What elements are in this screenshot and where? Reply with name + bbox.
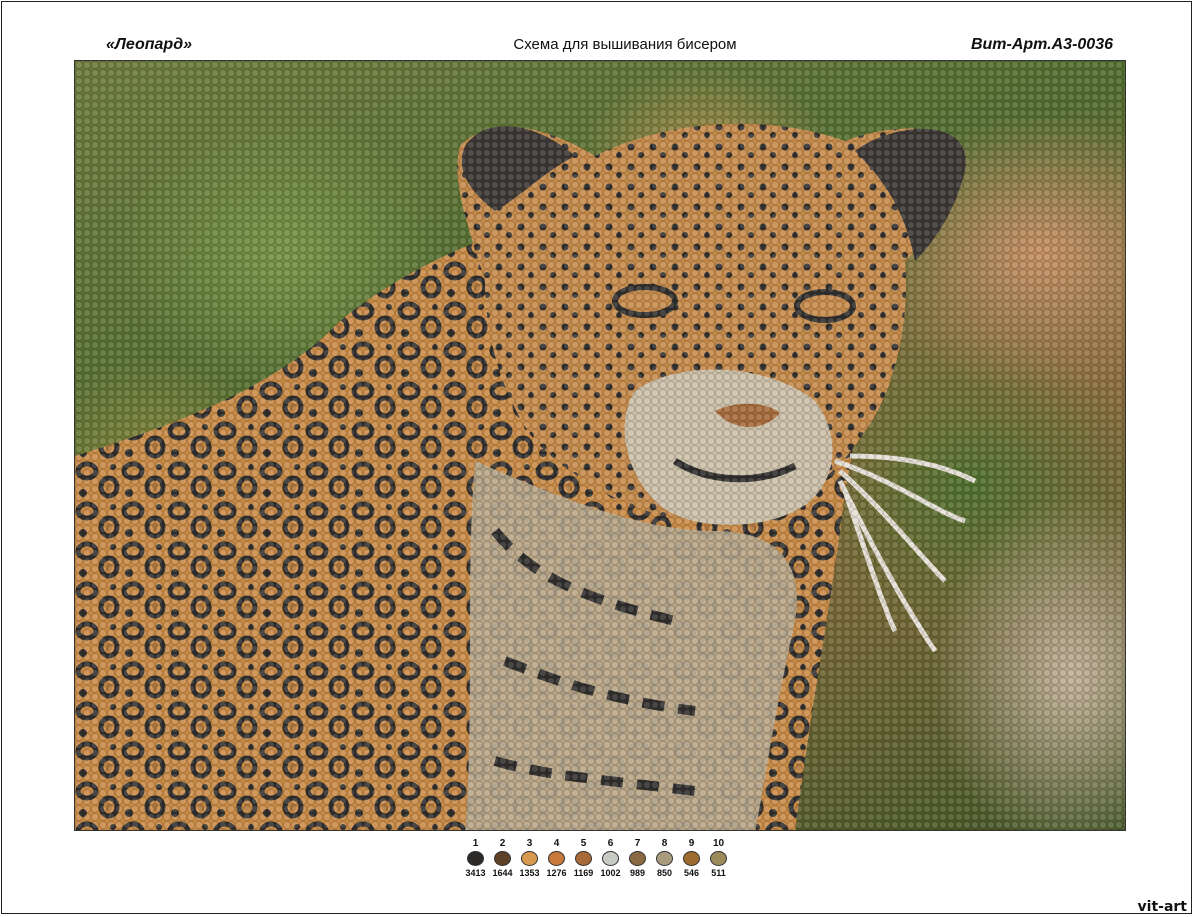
bead-color-sample xyxy=(602,851,619,866)
swatch-code: 3413 xyxy=(465,868,486,878)
legend-swatch: 1 3413 xyxy=(465,838,486,878)
swatch-code: 1353 xyxy=(519,868,540,878)
swatch-number: 2 xyxy=(499,838,506,849)
watermark: vit-art xyxy=(1137,899,1187,915)
legend-swatch: 3 1353 xyxy=(519,838,540,878)
bead-color-sample xyxy=(548,851,565,866)
swatch-number: 4 xyxy=(553,838,560,849)
legend-swatch: 2 1644 xyxy=(492,838,513,878)
swatch-number: 5 xyxy=(580,838,587,849)
legend-swatch: 5 1169 xyxy=(573,838,594,878)
bead-color-sample xyxy=(683,851,700,866)
legend-swatch: 7 989 xyxy=(627,838,648,878)
bead-color-sample xyxy=(467,851,484,866)
bead-color-sample xyxy=(629,851,646,866)
swatch-code: 989 xyxy=(629,868,646,878)
swatch-code: 546 xyxy=(683,868,700,878)
legend-swatch: 9 546 xyxy=(681,838,702,878)
legend-swatch: 10 511 xyxy=(708,838,729,878)
bead-color-sample xyxy=(575,851,592,866)
bead-color-sample xyxy=(656,851,673,866)
swatch-number: 6 xyxy=(607,838,614,849)
swatch-number: 9 xyxy=(688,838,695,849)
pattern-code: Вит-Арт.А3-0036 xyxy=(970,36,1113,53)
bead-pattern-image xyxy=(74,60,1126,831)
swatch-code: 1002 xyxy=(600,868,621,878)
swatch-number: 10 xyxy=(712,838,725,849)
swatch-code: 1644 xyxy=(492,868,513,878)
swatch-code: 850 xyxy=(656,868,673,878)
swatch-number: 7 xyxy=(634,838,641,849)
color-legend: 1 3413 2 1644 3 1353 4 1276 5 1169 6 1002 7 989 8 850 9 5… xyxy=(465,838,729,878)
leopard-illustration xyxy=(75,61,1125,830)
bead-color-sample xyxy=(521,851,538,866)
swatch-number: 3 xyxy=(526,838,533,849)
legend-swatch: 6 1002 xyxy=(600,838,621,878)
swatch-code: 1276 xyxy=(546,868,567,878)
swatch-number: 8 xyxy=(661,838,668,849)
bead-color-sample xyxy=(494,851,511,866)
swatch-number: 1 xyxy=(472,838,479,849)
legend-swatch: 8 850 xyxy=(654,838,675,878)
swatch-code: 511 xyxy=(711,868,726,878)
swatch-code: 1169 xyxy=(573,868,594,878)
bead-color-sample xyxy=(710,851,727,866)
legend-swatch: 4 1276 xyxy=(546,838,567,878)
